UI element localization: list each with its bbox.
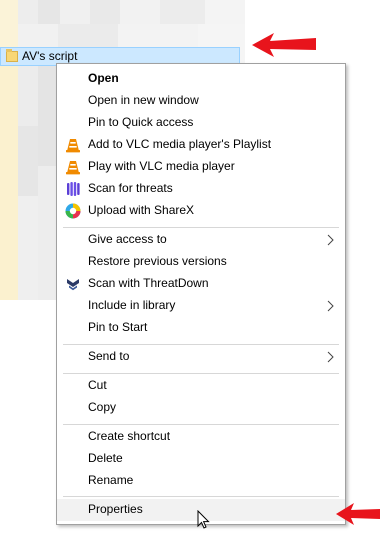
menu-item-send-to[interactable]: Send to [57, 346, 345, 368]
vlc-icon [66, 161, 80, 175]
menu-item-include-in-library[interactable]: Include in library [57, 295, 345, 317]
menu-item-play-with-vlc[interactable]: Play with VLC media player [57, 156, 345, 178]
mouse-cursor-icon [197, 510, 210, 529]
menu-item-give-access-to[interactable]: Give access to [57, 229, 345, 251]
context-menu: Open Open in new window Pin to Quick acc… [56, 63, 346, 525]
menu-item-label: Play with VLC media player [88, 159, 235, 173]
menu-separator [63, 373, 339, 374]
sharex-icon [65, 203, 81, 219]
menu-item-label: Scan with ThreatDown [88, 276, 209, 290]
menu-item-label: Copy [88, 400, 117, 414]
malwarebytes-icon [67, 182, 80, 196]
menu-item-restore-previous-versions[interactable]: Restore previous versions [57, 251, 345, 273]
menu-item-upload-with-sharex[interactable]: Upload with ShareX [57, 200, 345, 222]
red-arrow-annotation-properties [336, 503, 380, 525]
menu-item-delete[interactable]: Delete [57, 448, 345, 470]
chevron-right-icon [327, 300, 334, 312]
chevron-right-icon [327, 234, 334, 246]
red-arrow-annotation-folder [252, 33, 316, 57]
menu-item-label: Add to VLC media player's Playlist [88, 137, 272, 151]
menu-item-label: Include in library [88, 298, 176, 312]
menu-item-label: Pin to Quick access [88, 115, 194, 129]
menu-separator [63, 424, 339, 425]
menu-separator [63, 227, 339, 228]
threatdown-icon [67, 279, 79, 291]
menu-item-open[interactable]: Open [57, 68, 345, 90]
menu-item-rename[interactable]: Rename [57, 470, 345, 492]
folder-name: AV's script [22, 49, 78, 63]
menu-item-scan-for-threats[interactable]: Scan for threats [57, 178, 345, 200]
menu-item-label: Create shortcut [88, 429, 171, 443]
menu-item-label: Upload with ShareX [88, 203, 195, 217]
menu-item-label: Properties [88, 502, 143, 516]
menu-item-scan-with-threatdown[interactable]: Scan with ThreatDown [57, 273, 345, 295]
menu-item-label: Send to [88, 349, 130, 363]
chevron-right-icon [327, 351, 334, 363]
menu-item-label: Rename [88, 473, 134, 487]
vlc-icon [66, 139, 80, 153]
menu-item-label: Restore previous versions [88, 254, 227, 268]
menu-item-copy[interactable]: Copy [57, 397, 345, 419]
menu-item-label: Open [88, 71, 119, 85]
menu-item-label: Cut [88, 378, 107, 392]
menu-item-open-in-new-window[interactable]: Open in new window [57, 90, 345, 112]
menu-item-pin-to-start[interactable]: Pin to Start [57, 317, 345, 339]
menu-item-add-to-vlc-playlist[interactable]: Add to VLC media player's Playlist [57, 134, 345, 156]
menu-item-label: Delete [88, 451, 123, 465]
menu-item-cut[interactable]: Cut [57, 375, 345, 397]
menu-item-label: Give access to [88, 232, 167, 246]
menu-item-label: Pin to Start [88, 320, 148, 334]
menu-item-label: Scan for threats [88, 181, 173, 195]
menu-item-create-shortcut[interactable]: Create shortcut [57, 426, 345, 448]
menu-item-pin-to-quick-access[interactable]: Pin to Quick access [57, 112, 345, 134]
menu-item-label: Open in new window [88, 93, 199, 107]
menu-separator [63, 344, 339, 345]
folder-icon [6, 49, 18, 62]
menu-separator [63, 496, 339, 497]
